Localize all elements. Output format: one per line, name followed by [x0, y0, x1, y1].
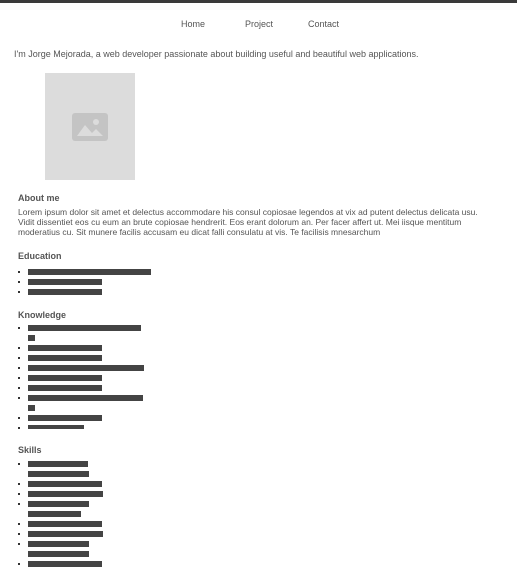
education-item-bar	[28, 269, 151, 275]
knowledge-item-bar	[28, 405, 35, 411]
skills-item-bar	[28, 561, 102, 567]
skills-item-bar	[28, 521, 102, 527]
skills-item-bar	[28, 551, 89, 557]
list-bullet	[18, 281, 20, 283]
list-bullet	[18, 377, 20, 379]
knowledge-item-bar	[28, 345, 102, 351]
list-bullet	[18, 503, 20, 505]
education-item-bar	[28, 289, 102, 295]
main-nav: Home Project Contact	[0, 18, 517, 32]
skills-item-bar	[28, 481, 102, 487]
skills-item-bar	[28, 511, 81, 517]
skills-item-bar	[28, 491, 103, 497]
education-title: Education	[18, 251, 62, 261]
list-bullet	[18, 427, 20, 429]
about-text: Lorem ipsum dolor sit amet et delectus a…	[18, 207, 478, 237]
list-bullet	[18, 543, 20, 545]
skills-item-bar	[28, 471, 89, 477]
list-bullet	[18, 493, 20, 495]
nav-link-contact[interactable]: Contact	[308, 18, 339, 30]
list-bullet	[18, 367, 20, 369]
about-title: About me	[18, 193, 60, 203]
knowledge-item-bar	[28, 425, 84, 429]
list-bullet	[18, 291, 20, 293]
list-bullet	[18, 327, 20, 329]
skills-item-bar	[28, 531, 103, 537]
knowledge-item-bar	[28, 415, 102, 421]
skills-item-bar	[28, 541, 89, 547]
education-item-bar	[28, 279, 102, 285]
list-bullet	[18, 563, 20, 565]
nav-link-home[interactable]: Home	[181, 18, 205, 30]
list-bullet	[18, 483, 20, 485]
list-bullet	[18, 397, 20, 399]
skills-item-bar	[28, 501, 89, 507]
list-bullet	[18, 533, 20, 535]
knowledge-item-bar	[28, 395, 143, 401]
top-border	[0, 0, 517, 3]
knowledge-item-bar	[28, 355, 102, 361]
skills-item-bar	[28, 461, 88, 467]
knowledge-title: Knowledge	[18, 310, 67, 320]
knowledge-item-bar	[28, 375, 102, 381]
list-bullet	[18, 347, 20, 349]
image-placeholder-icon	[72, 113, 108, 141]
list-bullet	[18, 271, 20, 273]
knowledge-item-bar	[28, 365, 144, 371]
knowledge-item-bar	[28, 335, 35, 341]
list-bullet	[18, 523, 20, 525]
intro-text: I'm Jorge Mejorada, a web developer pass…	[14, 49, 419, 59]
profile-photo-placeholder	[45, 73, 135, 180]
list-bullet	[18, 357, 20, 359]
nav-link-project[interactable]: Project	[245, 18, 273, 30]
knowledge-item-bar	[28, 325, 141, 331]
knowledge-item-bar	[28, 385, 102, 391]
skills-title: Skills	[18, 445, 42, 455]
list-bullet	[18, 387, 20, 389]
list-bullet	[18, 463, 20, 465]
list-bullet	[18, 417, 20, 419]
